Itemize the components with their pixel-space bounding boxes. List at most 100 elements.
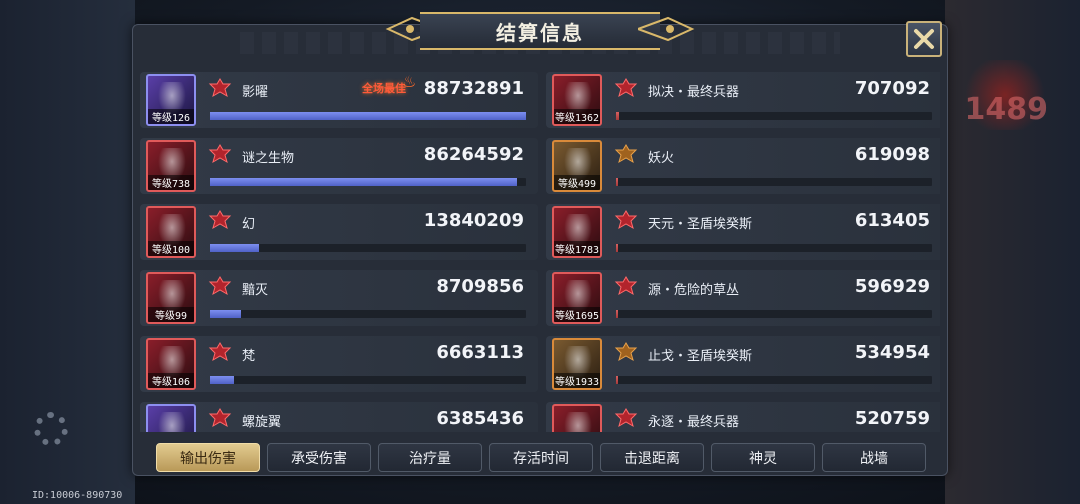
avatar[interactable]: 等级126 xyxy=(146,74,196,126)
player-name: 谜之生物 xyxy=(242,151,295,166)
title-wing-right-icon xyxy=(638,16,695,42)
faction-emblem-icon xyxy=(614,144,638,164)
faction-emblem-icon xyxy=(208,144,232,164)
tab-5[interactable]: 神灵 xyxy=(711,443,815,472)
avatar[interactable]: 等级99 xyxy=(146,272,196,324)
player-name: 幻 xyxy=(242,217,256,232)
damage-bar-track xyxy=(210,178,526,186)
avatar[interactable]: 等级1933 xyxy=(552,338,602,390)
damage-list[interactable]: 等级126 影曜 全场最佳 ♨ 88732891 等级738 谜之生物 86264592 等级1… xyxy=(140,72,940,432)
player-name: 拟决・最终兵器 xyxy=(648,85,740,100)
damage-bar-track xyxy=(210,376,526,384)
player-name: 螺旋翼 xyxy=(242,415,282,430)
player-row[interactable]: 等级1783 天元・圣盾埃癸斯 613405 xyxy=(546,204,940,260)
faction-emblem-icon xyxy=(614,78,638,98)
avatar[interactable]: 等级499 xyxy=(552,140,602,192)
damage-bar-track xyxy=(616,376,932,384)
level-label: 等级100 xyxy=(148,241,194,256)
level-label: 等级99 xyxy=(148,307,194,322)
level-label: 等级1695 xyxy=(554,307,600,322)
stat-tabs: 输出伤害 承受伤害 治疗量 存活时间 击退距离 神灵 战墙 xyxy=(156,443,936,472)
damage-bar-fill xyxy=(616,244,619,252)
damage-bar-fill xyxy=(210,112,526,120)
level-label: 等级1933 xyxy=(554,373,600,388)
avatar[interactable]: 等级738 xyxy=(146,140,196,192)
damage-bar-fill xyxy=(210,178,518,186)
page-title: 结算信息 xyxy=(496,20,584,45)
close-button[interactable] xyxy=(906,21,942,57)
damage-bar-track xyxy=(616,178,932,186)
player-row[interactable]: 等级99 黯灭 8709856 xyxy=(140,270,538,326)
damage-bar-track xyxy=(616,310,932,318)
player-row[interactable]: 等级1695 源・危险的草丛 596929 xyxy=(546,270,940,326)
damage-bar-fill xyxy=(210,310,241,318)
faction-emblem-icon xyxy=(614,276,638,296)
player-name: 天元・圣盾埃癸斯 xyxy=(648,217,753,232)
player-row[interactable]: 等级1933 止戈・圣盾埃癸斯 534954 xyxy=(546,336,940,392)
player-name: 梵 xyxy=(242,349,256,364)
damage-bar-fill xyxy=(616,376,618,384)
faction-emblem-icon xyxy=(208,276,232,296)
damage-bar-fill xyxy=(210,244,260,252)
player-row[interactable]: 永逐・最终兵器 520759 xyxy=(546,402,940,432)
background-number: 1489 xyxy=(964,92,1049,127)
tab-1[interactable]: 承受伤害 xyxy=(267,443,371,472)
user-id-label: ID:10006-890730 xyxy=(32,490,123,501)
tab-4[interactable]: 击退距离 xyxy=(600,443,704,472)
damage-value: 6385436 xyxy=(436,408,524,429)
tab-2[interactable]: 治疗量 xyxy=(378,443,482,472)
faction-emblem-icon xyxy=(614,342,638,362)
damage-bar-fill xyxy=(616,310,619,318)
player-name: 止戈・圣盾埃癸斯 xyxy=(648,349,753,364)
tab-0[interactable]: 输出伤害 xyxy=(156,443,260,472)
avatar[interactable] xyxy=(146,404,196,432)
avatar[interactable]: 等级1695 xyxy=(552,272,602,324)
faction-emblem-icon xyxy=(614,210,638,230)
title-plate: 结算信息 xyxy=(420,12,660,50)
faction-emblem-icon xyxy=(614,408,638,428)
damage-value: 534954 xyxy=(854,342,930,363)
avatar[interactable]: 等级1362 xyxy=(552,74,602,126)
damage-bar-fill xyxy=(616,178,619,186)
tab-6[interactable]: 战墙 xyxy=(822,443,926,472)
damage-bar-track xyxy=(616,244,932,252)
damage-value: 596929 xyxy=(854,276,930,297)
faction-emblem-icon xyxy=(208,210,232,230)
damage-bar-track xyxy=(210,310,526,318)
avatar[interactable]: 等级106 xyxy=(146,338,196,390)
player-row[interactable]: 等级106 梵 6663113 xyxy=(140,336,538,392)
player-row[interactable]: 等级738 谜之生物 86264592 xyxy=(140,138,538,194)
damage-value: 619098 xyxy=(854,144,930,165)
close-x-icon xyxy=(914,29,934,49)
damage-value: 8709856 xyxy=(436,276,524,297)
damage-value: 613405 xyxy=(854,210,930,231)
damage-value: 13840209 xyxy=(423,210,524,231)
faction-emblem-icon xyxy=(208,342,232,362)
level-label: 等级126 xyxy=(148,109,194,124)
level-label: 等级106 xyxy=(148,373,194,388)
player-row[interactable]: 等级499 妖火 619098 xyxy=(546,138,940,194)
level-label: 等级1362 xyxy=(554,109,600,124)
avatar[interactable]: 等级1783 xyxy=(552,206,602,258)
flame-icon: ♨ xyxy=(402,72,417,91)
damage-value: 88732891 xyxy=(423,78,524,99)
player-name: 源・危险的草丛 xyxy=(648,283,740,298)
player-row[interactable]: 等级100 幻 13840209 xyxy=(140,204,538,260)
best-player-badge: 全场最佳 xyxy=(362,82,406,95)
damage-bar-track xyxy=(210,112,526,120)
faction-emblem-icon xyxy=(208,408,232,428)
player-row[interactable]: 等级1362 拟决・最终兵器 707092 xyxy=(546,72,940,128)
player-row[interactable]: 等级126 影曜 全场最佳 ♨ 88732891 xyxy=(140,72,538,128)
damage-value: 86264592 xyxy=(423,144,524,165)
avatar[interactable] xyxy=(552,404,602,432)
level-label: 等级738 xyxy=(148,175,194,190)
damage-value: 6663113 xyxy=(436,342,524,363)
tab-3[interactable]: 存活时间 xyxy=(489,443,593,472)
damage-bar-fill xyxy=(210,376,234,384)
damage-value: 520759 xyxy=(854,408,930,429)
level-label: 等级499 xyxy=(554,175,600,190)
player-name: 永逐・最终兵器 xyxy=(648,415,740,430)
player-row[interactable]: 螺旋翼 6385436 xyxy=(140,402,538,432)
avatar[interactable]: 等级100 xyxy=(146,206,196,258)
damage-value: 707092 xyxy=(854,78,930,99)
